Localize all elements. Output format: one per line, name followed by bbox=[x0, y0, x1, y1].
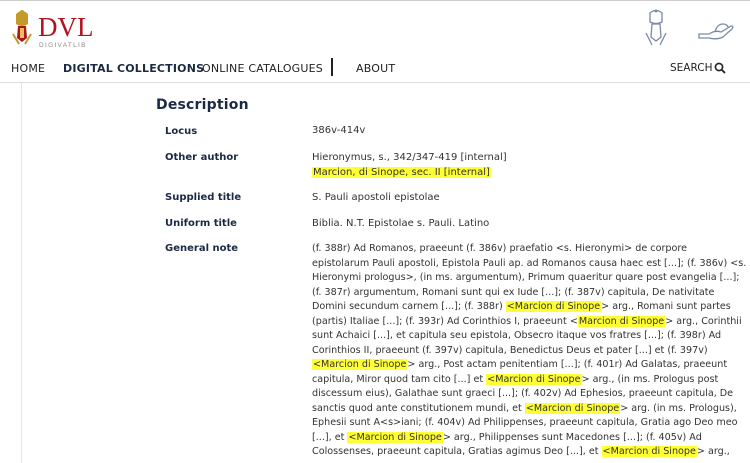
general-note-line: discessum eius), Galathae sunt graeci [.… bbox=[312, 387, 733, 402]
general-note-line: sunt Achaici [...], et capitula seu epis… bbox=[312, 329, 727, 344]
search-button[interactable]: SEARCH bbox=[670, 62, 727, 74]
search-hit-highlight: <Marcion di Sinope bbox=[486, 373, 582, 385]
general-note-segment: > arg., bbox=[696, 446, 730, 457]
nav-divider bbox=[331, 58, 333, 76]
svg-text:DIGIVATLIB: DIGIVATLIB bbox=[39, 42, 87, 49]
general-note-line: [...], et <Marcion di Sinope> arg., Phil… bbox=[312, 431, 727, 446]
general-note-segment: Ephesii sunt A<s>iani; (f. 404v) Ad Phil… bbox=[312, 417, 738, 428]
general-note-segment: > arg., Romani sunt partes bbox=[601, 301, 731, 312]
field-label-general-note: General note bbox=[165, 243, 239, 254]
general-note-segment: discessum eius), Galathae sunt graeci [.… bbox=[312, 388, 734, 399]
general-note-line: (partis) Italiae [...]; (f. 393r) Ad Cor… bbox=[312, 315, 742, 330]
general-note-segment: (partis) Italiae [...]; (f. 393r) Ad Cor… bbox=[312, 315, 578, 327]
donate-hand-icon[interactable] bbox=[697, 18, 735, 42]
general-note-line: Domini secundum carnem [...]; (f. 388r) … bbox=[312, 300, 731, 315]
field-value-locus: 386v-414v bbox=[312, 125, 366, 136]
general-note-segment: > arg., Post actam penitentiam [...]; (f… bbox=[407, 359, 728, 370]
search-hit-highlight: <Marcion di Sinope bbox=[601, 446, 697, 457]
general-note-segment: sunt Achaici [...], et capitula seu epis… bbox=[312, 330, 722, 341]
general-note-line: sanctis quod ante constitutionem mundi, … bbox=[312, 402, 737, 417]
general-note-line: Ephesii sunt A<s>iani; (f. 404v) Ad Phil… bbox=[312, 416, 737, 431]
content-left-border bbox=[21, 83, 22, 463]
search-hit-highlight: <Marcion di Sinope bbox=[524, 402, 621, 414]
general-note-segment: (f. 388r) Ad Romanos, praeeunt (f. 386v)… bbox=[312, 243, 687, 254]
general-note-segment: [...], et bbox=[312, 431, 348, 443]
author-link-marcion[interactable]: Marcion, di Sinope, sec. II [internal] bbox=[312, 167, 491, 178]
description-heading: Description bbox=[156, 97, 249, 113]
general-note-segment: Domini secundum carnem [...]; (f. 388r) bbox=[312, 301, 506, 312]
general-note-line: (f. 387r) argumentum, Romani sunt qui ex… bbox=[312, 286, 727, 301]
search-hit-highlight: <Marcion di Sinope bbox=[505, 301, 602, 312]
general-note-segment: > arg., (in ms. Prologus post bbox=[581, 373, 719, 385]
field-label-uniform-title: Uniform title bbox=[165, 218, 237, 229]
general-note-segment: > arg., Philippenses sunt Macedones [...… bbox=[442, 431, 702, 443]
general-note-segment: capitula, Miror quod tam cito [...] et bbox=[312, 373, 487, 385]
field-label-supplied-title: Supplied title bbox=[165, 192, 242, 203]
general-note-segment: (f. 387r) argumentum, Romani sunt qui ex… bbox=[312, 286, 715, 298]
field-value-other-author-1[interactable]: Hieronymus, s., 342/347-419 [internal] bbox=[312, 151, 507, 166]
general-note-line: capitula, Miror quod tam cito [...] et <… bbox=[312, 373, 727, 388]
field-value-uniform-title: Biblia. N.T. Epistolae s. Pauli. Latino bbox=[312, 218, 490, 229]
general-note-text: (f. 388r) Ad Romanos, praeeunt (f. 386v)… bbox=[312, 242, 746, 460]
vatican-crest-icon[interactable] bbox=[643, 9, 669, 49]
nav-home[interactable]: HOME bbox=[11, 62, 45, 75]
general-note-line: Colossenses, praeeunt capitula, Gratias … bbox=[312, 445, 730, 460]
search-hit-highlight: <Marcion di Sinope bbox=[312, 359, 408, 370]
general-note-line: <Marcion di Sinope> arg., Post actam pen… bbox=[312, 358, 727, 373]
general-note-segment: Colossenses, praeeunt capitula, Gratias … bbox=[312, 446, 602, 457]
author-link-hieronymus[interactable]: Hieronymus, s., 342/347-419 [internal] bbox=[312, 152, 507, 163]
field-label-locus: Locus bbox=[165, 126, 198, 137]
general-note-segment: Corinthios II, praeeunt (f. 397v) capitu… bbox=[312, 344, 708, 356]
field-value-supplied-title: S. Pauli apostoli epistolae bbox=[312, 192, 440, 203]
search-hit-highlight: <Marcion di Sinope bbox=[347, 431, 443, 443]
general-note-segment: > arg. (in ms. Prologus), bbox=[620, 402, 737, 414]
search-icon bbox=[715, 62, 727, 74]
general-note-segment: Hieronymi prologus>, (in ms. argumentum)… bbox=[312, 272, 740, 283]
general-note-line: (f. 388r) Ad Romanos, praeeunt (f. 386v)… bbox=[312, 242, 727, 257]
nav-about[interactable]: ABOUT bbox=[356, 62, 395, 75]
general-note-segment: > arg., Corinthii bbox=[665, 315, 742, 327]
nav-online-catalogues[interactable]: ONLINE CATALOGUES bbox=[202, 62, 323, 75]
field-value-other-author-2[interactable]: Marcion, di Sinope, sec. II [internal] bbox=[312, 166, 491, 181]
general-note-line: epistolarum Pauli apostoli, Epistola Pau… bbox=[312, 257, 746, 272]
dvl-logo[interactable]: DVL DIGIVATLIB bbox=[8, 8, 108, 52]
general-note-line: Hieronymi prologus>, (in ms. argumentum)… bbox=[312, 271, 740, 286]
general-note-line: Corinthios II, praeeunt (f. 397v) capitu… bbox=[312, 344, 727, 359]
field-label-other-author: Other author bbox=[165, 152, 239, 163]
general-note-segment: epistolarum Pauli apostoli, Epistola Pau… bbox=[312, 257, 747, 269]
nav-digital-collections[interactable]: DIGITAL COLLECTIONS bbox=[63, 62, 204, 75]
search-hit-highlight: Marcion di Sinope bbox=[577, 315, 666, 327]
main-nav: HOME DIGITAL COLLECTIONS ONLINE CATALOGU… bbox=[0, 56, 750, 83]
papal-crest-icon bbox=[12, 10, 32, 45]
svg-text:DVL: DVL bbox=[38, 12, 94, 42]
search-label: SEARCH bbox=[670, 62, 713, 74]
header-bar: DVL DIGIVATLIB bbox=[0, 0, 750, 57]
general-note-segment: sanctis quod ante constitutionem mundi, … bbox=[312, 402, 525, 414]
